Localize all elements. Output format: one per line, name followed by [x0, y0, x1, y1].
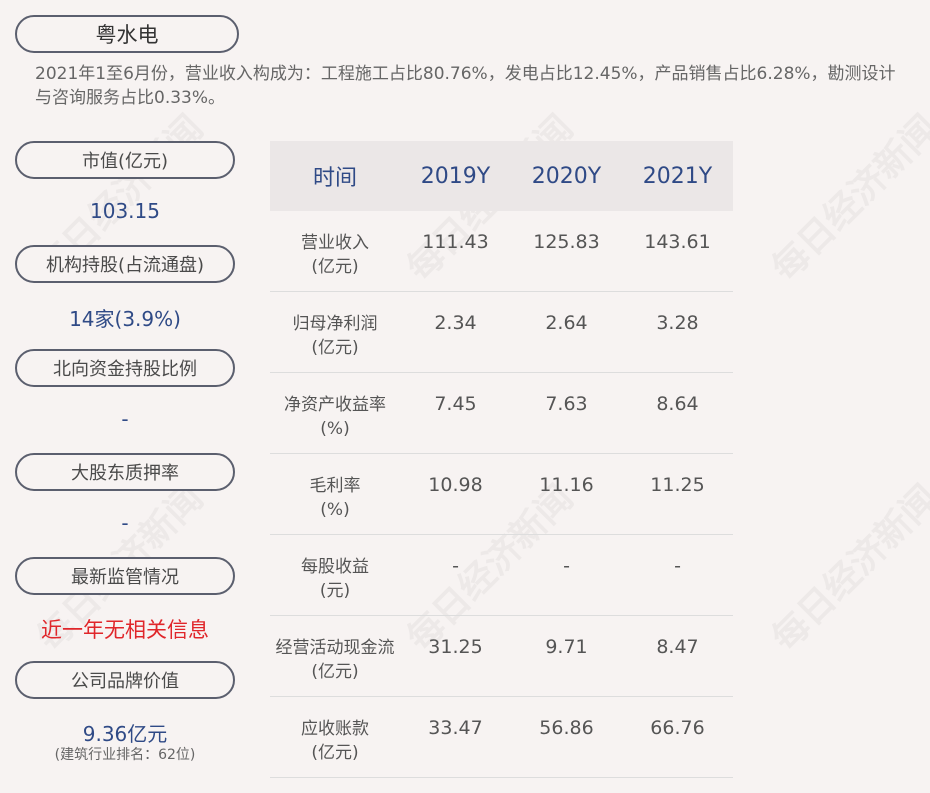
header-time: 时间 — [312, 166, 357, 191]
cell-value: - — [674, 555, 681, 577]
cell-value: 31.25 — [428, 636, 483, 658]
header-year: 2019Y — [420, 163, 491, 189]
cell-value: 2.64 — [545, 312, 588, 334]
northbound-holding-value: - — [121, 407, 129, 431]
cell-value: 9.71 — [545, 636, 588, 658]
cell-value: 11.25 — [650, 474, 705, 496]
pledge-ratio-value: - — [121, 511, 129, 535]
row-label: 归母净利润 (亿元) — [292, 314, 378, 358]
watermark: 每日经济新闻 — [764, 107, 930, 290]
cell-value: 2.34 — [434, 312, 477, 334]
cell-value: 7.63 — [545, 393, 588, 415]
brand-rank-note: (建筑行业排名：62位) — [54, 747, 196, 763]
table-row: 每股收益 (元) - - - — [270, 535, 733, 616]
table-row: 毛利率 (%) 10.98 11.16 11.25 — [270, 454, 733, 535]
market-cap-label: 市值(亿元) — [15, 141, 235, 179]
brand-value: 9.36亿元 — [82, 722, 168, 746]
cell-value: - — [452, 555, 459, 577]
table-row: 归母净利润 (亿元) 2.34 2.64 3.28 — [270, 292, 733, 373]
cell-value: 143.61 — [644, 231, 711, 253]
table-row: 经营活动现金流 (亿元) 31.25 9.71 8.47 — [270, 616, 733, 697]
company-name-badge: 粤水电 — [15, 15, 239, 53]
cell-value: 11.16 — [539, 474, 594, 496]
header-year: 2020Y — [531, 163, 602, 189]
cell-value: 8.47 — [656, 636, 699, 658]
row-label: 经营活动现金流 (亿元) — [275, 638, 395, 682]
row-label: 每股收益 (元) — [301, 557, 369, 601]
row-label: 净资产收益率 (%) — [284, 395, 386, 439]
cell-value: 7.45 — [434, 393, 477, 415]
cell-value: - — [563, 555, 570, 577]
institution-holding-value: 14家(3.9%) — [69, 307, 181, 331]
cell-value: 3.28 — [656, 312, 699, 334]
cell-value: 111.43 — [422, 231, 489, 253]
market-cap-value: 103.15 — [90, 199, 160, 223]
cell-value: 8.64 — [656, 393, 699, 415]
table-header: 时间 2019Y 2020Y 2021Y — [270, 141, 733, 211]
row-label: 毛利率 (%) — [309, 476, 361, 520]
cell-value: 66.76 — [650, 717, 705, 739]
cell-value: 56.86 — [539, 717, 594, 739]
brand-value-label: 公司品牌价值 — [15, 661, 235, 699]
regulation-label: 最新监管情况 — [15, 557, 235, 595]
financial-table: 时间 2019Y 2020Y 2021Y 营业收入 (亿元) 111.43 125… — [270, 141, 733, 778]
institution-holding-label: 机构持股(占流通盘) — [15, 245, 235, 283]
regulation-value: 近一年无相关信息 — [41, 618, 209, 642]
pledge-ratio-label: 大股东质押率 — [15, 453, 235, 491]
row-label: 营业收入 (亿元) — [301, 233, 369, 277]
watermark: 每日经济新闻 — [764, 477, 930, 660]
cell-value: 10.98 — [428, 474, 483, 496]
cell-value: 33.47 — [428, 717, 483, 739]
row-label: 应收账款 (亿元) — [301, 719, 369, 763]
northbound-holding-label: 北向资金持股比例 — [15, 349, 235, 387]
table-row: 营业收入 (亿元) 111.43 125.83 143.61 — [270, 211, 733, 292]
header-year: 2021Y — [642, 163, 713, 189]
table-row: 净资产收益率 (%) 7.45 7.63 8.64 — [270, 373, 733, 454]
cell-value: 125.83 — [533, 231, 600, 253]
revenue-composition-text: 2021年1至6月份，营业收入构成为：工程施工占比80.76%，发电占比12.4… — [35, 64, 896, 108]
table-row: 应收账款 (亿元) 33.47 56.86 66.76 — [270, 697, 733, 778]
